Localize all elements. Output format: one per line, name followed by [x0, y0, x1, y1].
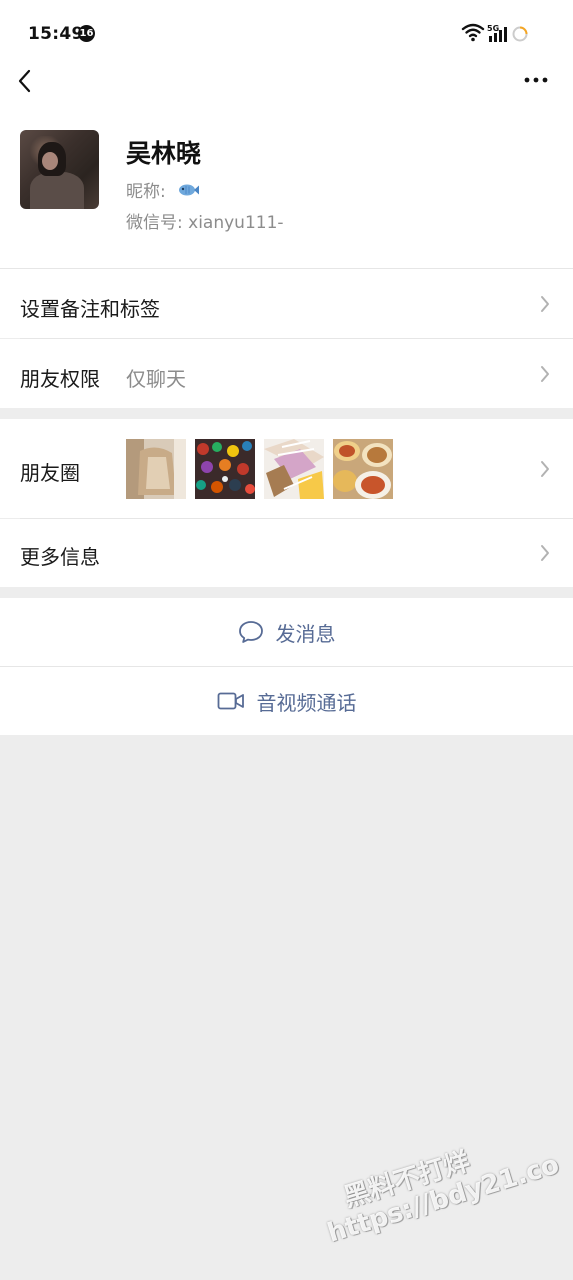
chevron-left-icon[interactable]	[14, 66, 38, 96]
cell-friend-permissions-label: 朋友权限	[20, 367, 100, 391]
wifi-icon: 5G	[461, 23, 528, 42]
fish-icon	[178, 184, 199, 195]
chevron-right-icon	[541, 366, 549, 382]
chevron-right-icon	[541, 545, 549, 561]
status-bar: 15:49 16 5G	[0, 0, 573, 60]
cell-remark-tags-label: 设置备注和标签	[20, 297, 160, 321]
chevron-right-icon	[541, 296, 549, 312]
network-type-label: 5G	[487, 24, 499, 33]
cell-remark-tags[interactable]: 设置备注和标签	[0, 269, 573, 338]
cell-moments-label: 朋友圈	[20, 461, 80, 485]
more-dots-icon[interactable]	[521, 70, 551, 90]
nav-bar	[0, 60, 573, 110]
chat-bubble-icon	[238, 621, 263, 643]
chevron-right-icon	[541, 461, 549, 477]
cell-more-info-label: 更多信息	[20, 545, 100, 569]
moments-thumbnail	[195, 439, 255, 499]
cell-more-info[interactable]: 更多信息	[0, 519, 573, 587]
contact-profile-page: 15:49 16 5G 吴林晓 昵称: 微信号: xianyu111- 设置备注…	[0, 0, 573, 1280]
watermark: 黑料不打烊 https://bdy21.co	[314, 1116, 563, 1249]
nickname-label: 昵称:	[126, 182, 166, 202]
wechat-id-value: xianyu111-	[188, 213, 284, 233]
send-message-button[interactable]: 发消息	[0, 598, 573, 666]
send-message-label: 发消息	[275, 621, 336, 646]
cell-moments[interactable]: 朋友圈	[0, 419, 573, 518]
profile-header: 吴林晓 昵称: 微信号: xianyu111-	[0, 110, 573, 268]
notification-count-badge: 16	[78, 25, 95, 42]
moments-thumbnail	[126, 439, 186, 499]
contact-name: 吴林晓	[126, 139, 202, 168]
nickname-row: 昵称:	[126, 177, 200, 202]
moments-thumbnail	[264, 439, 324, 499]
video-call-button[interactable]: 音视频通话	[0, 667, 573, 735]
cell-friend-permissions[interactable]: 朋友权限 仅聊天	[0, 339, 573, 408]
cell-friend-permissions-value: 仅聊天	[126, 367, 186, 391]
status-icons: 5G	[461, 22, 541, 44]
moments-thumbnail	[333, 439, 393, 499]
avatar[interactable]	[20, 130, 99, 209]
status-time: 15:49	[28, 24, 84, 44]
video-call-label: 音视频通话	[256, 690, 357, 715]
wechat-id-label: 微信号:	[126, 213, 183, 233]
video-camera-icon	[217, 692, 244, 710]
wechat-id-row: 微信号: xianyu111-	[126, 208, 284, 233]
